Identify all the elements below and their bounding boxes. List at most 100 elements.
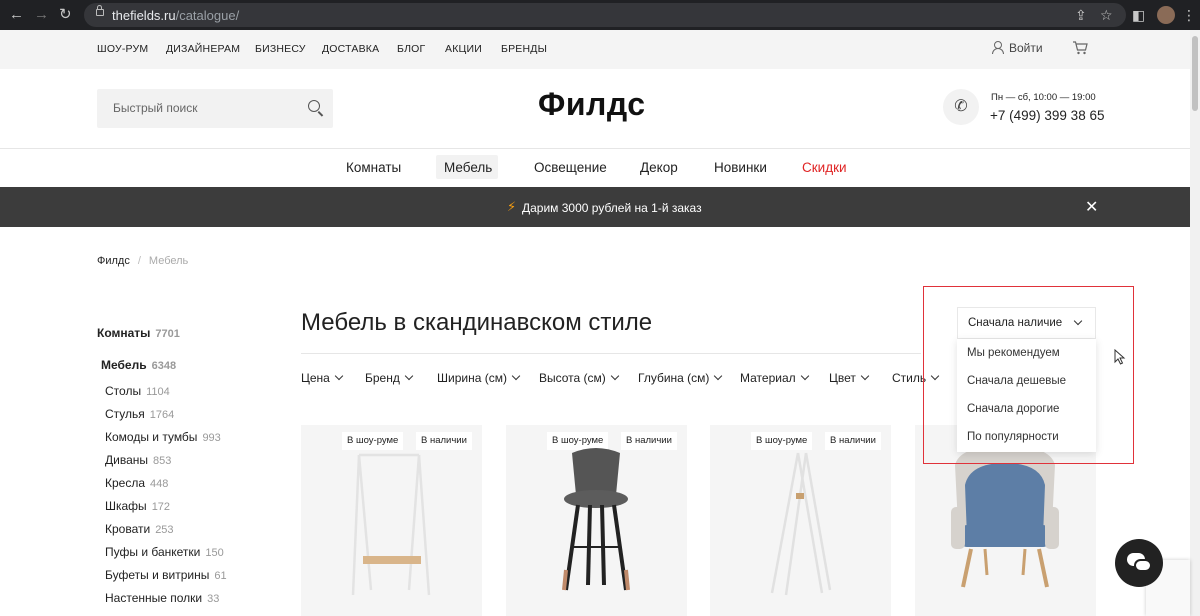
browser-menu-icon[interactable]: ⋮ [1182,7,1196,24]
site-logo[interactable]: Филдс [538,86,646,123]
product-card[interactable]: В шоу-руме В наличии [710,425,891,616]
breadcrumb-home[interactable]: Филдс [97,255,130,267]
cart-icon[interactable] [1072,41,1088,58]
toplink-showroom[interactable]: ШОУ-РУМ [97,43,148,55]
lightning-icon: ⚡ [507,199,517,214]
forward-arrow-icon[interactable]: → [34,7,49,23]
chevron-down-icon [610,371,620,381]
promo-banner: ⚡ Дарим 3000 рублей на 1-й заказ ✕ [0,187,1190,227]
sidebar-item-count: 853 [153,455,172,467]
sidebar-item-count: 172 [151,501,171,513]
url-host: thefields.ru [112,8,176,23]
filter-height[interactable]: Высота (см) [539,371,620,385]
sidebar-item-chairs[interactable]: Стулья 1764 [105,407,174,421]
sidebar-item-sofas[interactable]: Диваны 853 [105,453,171,467]
toplink-designers[interactable]: ДИЗАЙНЕРАМ [166,43,240,55]
mouse-cursor-icon [1114,349,1126,365]
sort-dropdown[interactable]: Сначала наличие [957,307,1096,339]
chevron-down-icon [860,371,870,381]
sidebar-item-label: Кресла [105,476,146,490]
page-scrollbar[interactable] [1190,30,1200,616]
sort-option-recommended[interactable]: Мы рекомендуем [967,347,1060,359]
filter-label: Высота (см) [539,371,606,385]
working-hours: Пн — сб, 10:00 — 19:00 [991,92,1096,103]
category-rooms[interactable]: Комнаты [346,160,401,175]
sidebar-item-beds[interactable]: Кровати 253 [105,522,174,536]
coat-stand-image [770,452,832,596]
sidebar-item-armchairs[interactable]: Кресла 448 [105,476,168,490]
toplink-brands[interactable]: БРЕНДЫ [501,43,547,55]
promo-text: Дарим 3000 рублей на 1-й заказ [522,201,702,215]
sort-options-list: Мы рекомендуем Сначала дешевые Сначала д… [957,339,1096,452]
sidebar-item-label: Столы [105,384,142,398]
bookmark-star-icon[interactable]: ☆ [1100,7,1113,24]
page-title: Мебель в скандинавском стиле [301,309,653,336]
chat-button[interactable] [1115,539,1163,587]
product-card[interactable]: В шоу-руме В наличии [506,425,687,616]
category-new[interactable]: Новинки [714,160,767,175]
search-icon[interactable] [308,100,320,112]
sidebar-item-sideboards[interactable]: Буфеты и витрины 61 [105,568,227,582]
filter-price[interactable]: Цена [301,371,344,385]
sidebar-toggle-icon[interactable]: ◧ [1132,7,1145,24]
sidebar-item-wardrobes[interactable]: Шкафы 172 [105,499,170,513]
breadcrumb-current: Мебель [148,255,189,267]
sidebar-item-count: 7701 [155,328,180,340]
category-decor[interactable]: Декор [640,160,678,175]
bar-stool-image [562,448,630,591]
sort-option-popular[interactable]: По популярности [967,431,1059,443]
filter-color[interactable]: Цвет [829,371,870,385]
reload-icon[interactable]: ↻ [59,7,72,23]
sidebar-item-count: 33 [207,593,220,605]
clothes-rack-image [351,453,431,596]
sidebar-item-label: Стулья [105,407,145,421]
breadcrumb-separator: / [137,255,141,267]
breadcrumb: Филдс / Мебель [97,255,188,267]
close-icon[interactable]: ✕ [1085,197,1098,217]
chevron-down-icon [511,371,521,381]
login-label: Войти [1009,41,1043,55]
toplink-delivery[interactable]: ДОСТАВКА [322,43,379,55]
sidebar-item-poufs[interactable]: Пуфы и банкетки 150 [105,545,224,559]
chat-bubble-icon [1134,559,1152,572]
category-furniture[interactable]: Мебель [444,160,492,175]
profile-avatar[interactable] [1157,6,1175,24]
sidebar-item-count: 253 [155,524,174,536]
toplink-blog[interactable]: БЛОГ [397,43,425,55]
login-link[interactable]: Войти [992,41,1043,55]
phone-number[interactable]: +7 (499) 399 38 65 [990,108,1104,123]
sidebar-item-tables[interactable]: Столы 1104 [105,384,170,398]
lock-icon[interactable] [96,5,104,16]
sidebar-item-label: Комоды и тумбы [105,430,198,444]
chevron-down-icon [404,371,414,381]
sidebar-item-rooms[interactable]: Комнаты 7701 [97,326,180,340]
sidebar-item-furniture[interactable]: Мебель 6348 [101,358,176,372]
toplink-promos[interactable]: АКЦИИ [445,43,482,55]
filter-depth[interactable]: Глубина (см) [638,371,723,385]
address-bar[interactable] [84,3,1126,27]
sidebar-item-dressers[interactable]: Комоды и тумбы 993 [105,430,221,444]
sidebar-item-count: 448 [150,478,169,490]
filter-width[interactable]: Ширина (см) [437,371,521,385]
sort-option-cheapest[interactable]: Сначала дешевые [967,375,1066,387]
phone-icon[interactable]: ✆ [943,89,979,125]
filter-brand[interactable]: Бренд [365,371,414,385]
chevron-down-icon [800,371,809,381]
toplink-business[interactable]: БИЗНЕСУ [255,43,306,55]
search-box [97,89,333,128]
sidebar-item-count: 1104 [146,386,170,398]
filter-material[interactable]: Материал [740,371,809,385]
category-sale[interactable]: Скидки [802,160,847,175]
sort-option-expensive[interactable]: Сначала дорогие [967,403,1059,415]
address-url[interactable]: thefields.ru/catalogue/ [112,8,239,23]
title-divider [301,353,921,354]
scrollbar-thumb[interactable] [1192,36,1198,111]
sidebar-item-count: 150 [205,547,224,559]
share-icon[interactable]: ⇪ [1075,7,1087,24]
category-lighting[interactable]: Освещение [534,160,607,175]
search-input[interactable] [113,101,293,115]
sidebar-item-wall-shelves[interactable]: Настенные полки 33 [105,591,219,605]
back-arrow-icon[interactable]: ← [9,7,24,23]
product-card[interactable]: В шоу-руме В наличии [301,425,482,616]
sort-selected: Сначала наличие [968,317,1063,329]
